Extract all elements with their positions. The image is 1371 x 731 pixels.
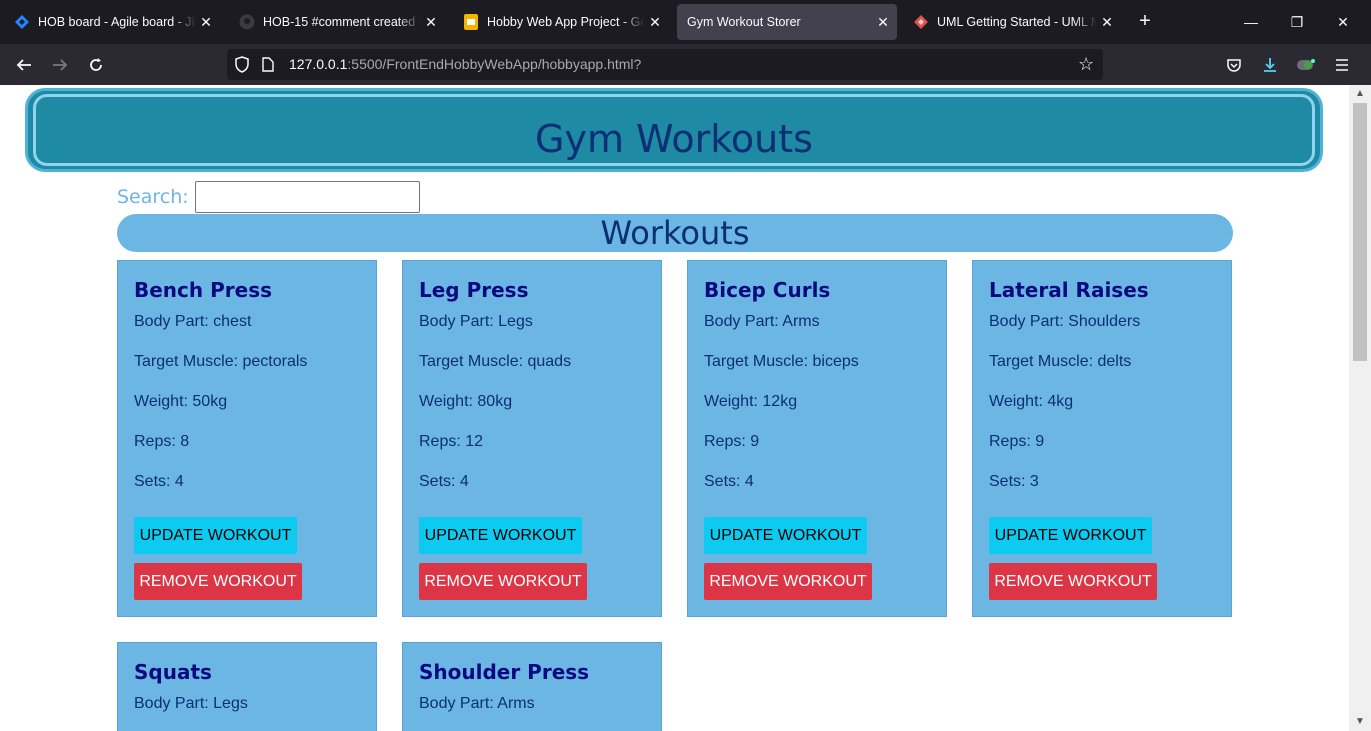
- close-window-icon[interactable]: ✕: [1331, 10, 1355, 34]
- bookmark-star-icon[interactable]: ☆: [1078, 55, 1094, 73]
- back-arrow-icon[interactable]: [11, 52, 37, 78]
- tab-title: UML Getting Started - UML Modeling: [937, 15, 1097, 29]
- tab-jira-board[interactable]: HOB board - Agile board - Jira ✕: [4, 4, 220, 40]
- workout-weight: Weight: 12kg: [704, 393, 798, 410]
- close-tab-icon[interactable]: ✕: [873, 12, 893, 32]
- vertical-scrollbar[interactable]: ▲ ▼: [1349, 85, 1371, 731]
- slides-icon: [463, 14, 479, 30]
- workout-sets: Sets: 4: [134, 473, 184, 490]
- pocket-icon[interactable]: [1221, 52, 1247, 78]
- workout-reps: Reps: 12: [419, 433, 484, 450]
- workout-body-part: Body Part: Arms: [419, 695, 535, 712]
- browser-tab-bar: HOB board - Agile board - Jira ✕ HOB-15 …: [0, 0, 1371, 44]
- new-tab-icon[interactable]: +: [1134, 10, 1156, 32]
- tab-github-issue[interactable]: HOB-15 #comment created update ✕: [229, 4, 445, 40]
- workout-card: Bicep Curls Body Part: Arms Target Muscl…: [687, 260, 947, 617]
- github-icon: [239, 14, 255, 30]
- workouts-section-bar: Workouts: [117, 214, 1233, 252]
- tab-title: Gym Workout Storer: [687, 15, 801, 29]
- page-header: Gym Workouts: [25, 88, 1323, 172]
- scrollbar-thumb[interactable]: [1353, 103, 1367, 361]
- minimize-icon[interactable]: —: [1239, 10, 1263, 34]
- scroll-down-icon[interactable]: ▼: [1353, 715, 1367, 729]
- header-inner-border: Gym Workouts: [33, 94, 1315, 166]
- workout-body-part: Body Part: Shoulders: [989, 313, 1141, 330]
- search-input[interactable]: [194, 181, 420, 213]
- restore-icon[interactable]: ❐: [1285, 10, 1309, 34]
- url-host: 127.0.0.1: [289, 56, 348, 72]
- workout-sets: Sets: 4: [419, 473, 469, 490]
- close-tab-icon[interactable]: ✕: [1097, 12, 1117, 32]
- workout-reps: Reps: 9: [704, 433, 760, 450]
- workout-target-muscle: Target Muscle: quads: [419, 353, 572, 370]
- workout-card: Squats Body Part: Legs: [117, 642, 377, 731]
- browser-nav-bar: 127.0.0.1:5500/FrontEndHobbyWebApp/hobby…: [0, 44, 1371, 85]
- workout-target-muscle: Target Muscle: pectorals: [134, 353, 308, 370]
- jira-icon: [14, 14, 30, 30]
- update-workout-button[interactable]: UPDATE WORKOUT: [989, 517, 1152, 554]
- search-label: Search:: [117, 186, 189, 208]
- url-path: :5500/FrontEndHobbyWebApp/hobbyapp.html?: [347, 56, 642, 72]
- update-workout-button[interactable]: UPDATE WORKOUT: [134, 517, 297, 554]
- workout-body-part: Body Part: Arms: [704, 313, 820, 330]
- workout-name: Shoulder Press: [419, 660, 590, 684]
- remove-workout-button[interactable]: REMOVE WORKOUT: [989, 563, 1157, 600]
- workout-name: Bench Press: [134, 278, 272, 302]
- page-icon[interactable]: [262, 57, 274, 77]
- workout-sets: Sets: 4: [704, 473, 754, 490]
- address-bar[interactable]: 127.0.0.1:5500/FrontEndHobbyWebApp/hobby…: [227, 49, 1103, 80]
- tab-uml-getting-started[interactable]: UML Getting Started - UML Modeling ✕: [903, 4, 1121, 40]
- shield-icon[interactable]: [234, 56, 250, 78]
- close-tab-icon[interactable]: ✕: [196, 12, 216, 32]
- uml-icon: [913, 14, 929, 30]
- workout-body-part: Body Part: Legs: [134, 695, 248, 712]
- extension-icon[interactable]: [1293, 52, 1319, 78]
- workout-reps: Reps: 9: [989, 433, 1045, 450]
- workout-card: Shoulder Press Body Part: Arms: [402, 642, 662, 731]
- workout-body-part: Body Part: chest: [134, 313, 252, 330]
- workout-sets: Sets: 3: [989, 473, 1039, 490]
- workout-name: Leg Press: [419, 278, 529, 302]
- workout-reps: Reps: 8: [134, 433, 190, 450]
- update-workout-button[interactable]: UPDATE WORKOUT: [704, 517, 867, 554]
- workout-name: Squats: [134, 660, 212, 684]
- workout-card: Lateral Raises Body Part: Shoulders Targ…: [972, 260, 1232, 617]
- remove-workout-button[interactable]: REMOVE WORKOUT: [704, 563, 872, 600]
- tab-title: HOB-15 #comment created update: [263, 15, 421, 29]
- workout-card: Bench Press Body Part: chest Target Musc…: [117, 260, 377, 617]
- workout-name: Bicep Curls: [704, 278, 831, 302]
- remove-workout-button[interactable]: REMOVE WORKOUT: [419, 563, 587, 600]
- update-workout-button[interactable]: UPDATE WORKOUT: [419, 517, 582, 554]
- workout-weight: Weight: 4kg: [989, 393, 1074, 410]
- tab-gym-workout-storer[interactable]: Gym Workout Storer ✕: [677, 4, 897, 40]
- search-row: Search:: [117, 181, 420, 213]
- reload-icon[interactable]: [83, 52, 109, 78]
- tab-google-slides[interactable]: Hobby Web App Project - Google Slides ✕: [453, 4, 669, 40]
- workout-weight: Weight: 50kg: [134, 393, 228, 410]
- remove-workout-button[interactable]: REMOVE WORKOUT: [134, 563, 302, 600]
- page-viewport: Gym Workouts Search: Workouts Bench Pres…: [0, 85, 1349, 731]
- close-tab-icon[interactable]: ✕: [421, 12, 441, 32]
- page-title: Gym Workouts: [535, 117, 813, 161]
- workout-card: Leg Press Body Part: Legs Target Muscle:…: [402, 260, 662, 617]
- workout-target-muscle: Target Muscle: biceps: [704, 353, 859, 370]
- tab-title: Hobby Web App Project - Google Slides: [487, 15, 645, 29]
- scroll-up-icon[interactable]: ▲: [1353, 87, 1367, 101]
- download-icon[interactable]: [1257, 52, 1283, 78]
- section-title: Workouts: [600, 214, 750, 252]
- close-tab-icon[interactable]: ✕: [645, 12, 665, 32]
- workout-name: Lateral Raises: [989, 278, 1149, 302]
- forward-arrow-icon[interactable]: [47, 52, 73, 78]
- tab-title: HOB board - Agile board - Jira: [38, 15, 196, 29]
- url-text: 127.0.0.1:5500/FrontEndHobbyWebApp/hobby…: [289, 56, 641, 72]
- workout-weight: Weight: 80kg: [419, 393, 513, 410]
- menu-icon[interactable]: [1329, 52, 1355, 78]
- workout-target-muscle: Target Muscle: delts: [989, 353, 1132, 370]
- workout-body-part: Body Part: Legs: [419, 313, 533, 330]
